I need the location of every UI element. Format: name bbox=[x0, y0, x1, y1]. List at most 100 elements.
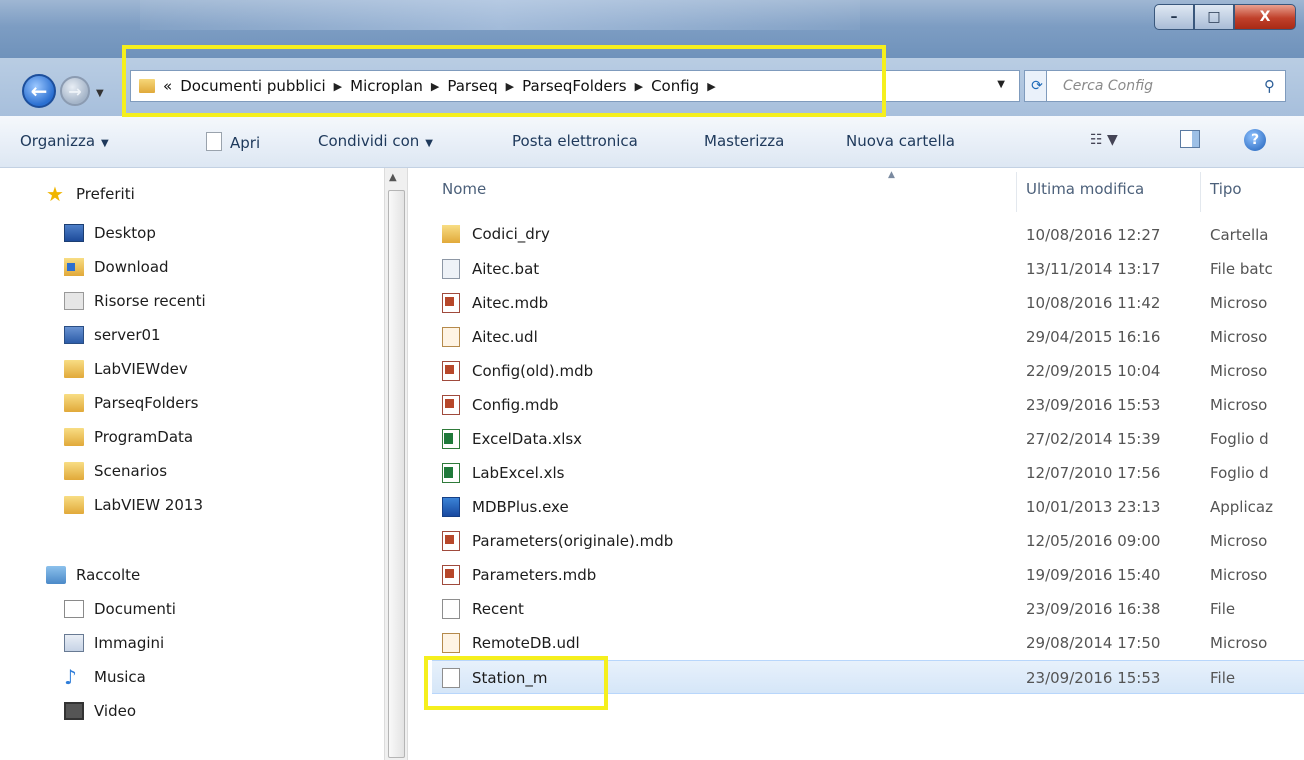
close-button[interactable]: X bbox=[1234, 4, 1296, 30]
address-dropdown-icon[interactable]: ▼ bbox=[997, 79, 1005, 90]
file-name-label: MDBPlus.exe bbox=[472, 498, 569, 516]
breadcrumb-config[interactable]: Config bbox=[651, 77, 699, 95]
column-header-type[interactable]: Tipo bbox=[1210, 180, 1242, 198]
search-icon[interactable]: ⚲ bbox=[1264, 77, 1275, 95]
excel-file-icon bbox=[442, 463, 460, 483]
file-row[interactable]: Aitec.mdb 10/08/2016 11:42 Microso bbox=[432, 286, 1304, 320]
back-button[interactable]: ← bbox=[22, 74, 56, 108]
file-row[interactable]: Parameters(originale).mdb 12/05/2016 09:0… bbox=[432, 524, 1304, 558]
file-row[interactable]: Parameters.mdb 19/09/2016 15:40 Microso bbox=[432, 558, 1304, 592]
file-type: Microso bbox=[1210, 532, 1268, 550]
sidebar-libraries[interactable]: Raccolte bbox=[46, 566, 140, 584]
column-header-name[interactable]: Nome bbox=[442, 180, 486, 198]
sidebar-item-video[interactable]: Video bbox=[64, 698, 136, 724]
file-row[interactable]: RemoteDB.udl 29/08/2014 17:50 Microso bbox=[432, 626, 1304, 660]
access-db-icon bbox=[442, 395, 460, 415]
recent-places-icon bbox=[64, 292, 84, 310]
file-row[interactable]: LabExcel.xls 12/07/2010 17:56 Foglio d bbox=[432, 456, 1304, 490]
sidebar-item-download[interactable]: Download bbox=[64, 254, 169, 280]
file-list: ▲ Nome Ultima modifica Tipo Codici_dry 10… bbox=[408, 168, 1304, 760]
file-type: Foglio d bbox=[1210, 464, 1269, 482]
new-folder-button[interactable]: Nuova cartella bbox=[846, 132, 955, 150]
file-type: Cartella bbox=[1210, 226, 1269, 244]
pictures-icon bbox=[64, 634, 84, 652]
window-titlebar: – □ X bbox=[0, 0, 1304, 58]
file-row[interactable]: Config(old).mdb 22/09/2015 10:04 Microso bbox=[432, 354, 1304, 388]
document-icon bbox=[206, 132, 222, 151]
sidebar-item-desktop[interactable]: Desktop bbox=[64, 220, 156, 246]
breadcrumb-parseqfolders[interactable]: ParseqFolders bbox=[522, 77, 626, 95]
burn-button[interactable]: Masterizza bbox=[704, 132, 784, 150]
scrollbar-thumb[interactable] bbox=[388, 190, 405, 758]
email-button[interactable]: Posta elettronica bbox=[512, 132, 638, 150]
share-label: Condividi con bbox=[318, 132, 420, 150]
file-row[interactable]: MDBPlus.exe 10/01/2013 23:13 Applicaz bbox=[432, 490, 1304, 524]
file-name-label: Aitec.bat bbox=[472, 260, 540, 278]
address-bar[interactable]: « Documenti pubblici ▶ Microplan ▶ Parse… bbox=[130, 70, 1020, 102]
favorites-label: Preferiti bbox=[76, 185, 135, 203]
sidebar-item-labview2013[interactable]: LabVIEW 2013 bbox=[64, 492, 203, 518]
breadcrumb-microplan[interactable]: Microplan bbox=[350, 77, 423, 95]
sidebar-item-musica[interactable]: ♪ Musica bbox=[64, 664, 146, 690]
batch-file-icon bbox=[442, 259, 460, 279]
maximize-button[interactable]: □ bbox=[1194, 4, 1234, 30]
file-name-label: Station_m bbox=[472, 669, 548, 687]
sidebar-item-label: server01 bbox=[94, 326, 161, 344]
sidebar-item-parseqfolders[interactable]: ParseqFolders bbox=[64, 390, 198, 416]
share-menu[interactable]: Condividi con ▼ bbox=[318, 132, 433, 150]
address-overflow-chevron[interactable]: « bbox=[163, 77, 172, 95]
search-input[interactable]: Cerca Config ⚲ bbox=[1046, 70, 1286, 102]
file-row-selected[interactable]: Station_m 23/09/2016 15:53 File bbox=[432, 660, 1304, 694]
file-type: Microso bbox=[1210, 396, 1268, 414]
breadcrumb-separator-icon[interactable]: ▶ bbox=[707, 80, 715, 93]
open-button[interactable]: Apri bbox=[206, 132, 260, 152]
file-name: RemoteDB.udl bbox=[442, 633, 580, 653]
sidebar-item-label: ProgramData bbox=[94, 428, 194, 446]
sidebar-item-programdata[interactable]: ProgramData bbox=[64, 424, 193, 450]
file-row[interactable]: Recent 23/09/2016 16:38 File bbox=[432, 592, 1304, 626]
breadcrumb-separator-icon[interactable]: ▶ bbox=[635, 80, 643, 93]
sidebar-favorites[interactable]: ★ Preferiti bbox=[46, 184, 135, 204]
sidebar-scrollbar[interactable]: ▲ bbox=[384, 168, 408, 760]
file-row[interactable]: ExcelData.xlsx 27/02/2014 15:39 Foglio d bbox=[432, 422, 1304, 456]
help-icon[interactable]: ? bbox=[1244, 129, 1266, 151]
sidebar-item-recent[interactable]: Risorse recenti bbox=[64, 288, 206, 314]
libraries-label: Raccolte bbox=[76, 566, 141, 584]
preview-pane-icon[interactable] bbox=[1180, 130, 1200, 148]
sidebar-item-label: Video bbox=[94, 702, 137, 720]
file-name-label: Codici_dry bbox=[472, 225, 550, 243]
breadcrumb-separator-icon[interactable]: ▶ bbox=[506, 80, 514, 93]
file-modified: 23/09/2016 15:53 bbox=[1026, 669, 1161, 687]
scroll-up-icon[interactable]: ▲ bbox=[389, 172, 397, 183]
breadcrumb-separator-icon[interactable]: ▶ bbox=[334, 80, 342, 93]
view-options-icon[interactable]: ☷ ▼ bbox=[1090, 132, 1118, 148]
column-divider[interactable] bbox=[1200, 172, 1201, 212]
file-name-label: Aitec.udl bbox=[472, 328, 538, 346]
history-dropdown-icon[interactable]: ▼ bbox=[96, 88, 104, 99]
sidebar-item-immagini[interactable]: Immagini bbox=[64, 630, 164, 656]
file-row[interactable]: Aitec.udl 29/04/2015 16:16 Microso bbox=[432, 320, 1304, 354]
file-row[interactable]: Codici_dry 10/08/2016 12:27 Cartella bbox=[432, 218, 1304, 252]
breadcrumb-separator-icon[interactable]: ▶ bbox=[431, 80, 439, 93]
access-db-icon bbox=[442, 531, 460, 551]
breadcrumb-documenti-pubblici[interactable]: Documenti pubblici bbox=[180, 77, 325, 95]
file-name: LabExcel.xls bbox=[442, 463, 564, 483]
file-type: Applicaz bbox=[1210, 498, 1273, 516]
sidebar-item-label: Documenti bbox=[94, 600, 176, 618]
file-modified: 13/11/2014 13:17 bbox=[1026, 260, 1161, 278]
file-name: Aitec.bat bbox=[442, 259, 539, 279]
minimize-button[interactable]: – bbox=[1154, 4, 1194, 30]
sidebar-item-labviewdev[interactable]: LabVIEWdev bbox=[64, 356, 188, 382]
column-divider[interactable] bbox=[1016, 172, 1017, 212]
breadcrumb-parseq[interactable]: Parseq bbox=[447, 77, 497, 95]
forward-button[interactable]: → bbox=[60, 76, 90, 106]
sidebar-item-scenarios[interactable]: Scenarios bbox=[64, 458, 167, 484]
sidebar-item-label: Scenarios bbox=[94, 462, 168, 480]
file-modified: 27/02/2014 15:39 bbox=[1026, 430, 1161, 448]
column-header-modified[interactable]: Ultima modifica bbox=[1026, 180, 1144, 198]
file-row[interactable]: Aitec.bat 13/11/2014 13:17 File batc bbox=[432, 252, 1304, 286]
file-row[interactable]: Config.mdb 23/09/2016 15:53 Microso bbox=[432, 388, 1304, 422]
sidebar-item-documenti[interactable]: Documenti bbox=[64, 596, 176, 622]
sidebar-item-server01[interactable]: server01 bbox=[64, 322, 161, 348]
organize-menu[interactable]: Organizza ▼ bbox=[20, 132, 109, 150]
